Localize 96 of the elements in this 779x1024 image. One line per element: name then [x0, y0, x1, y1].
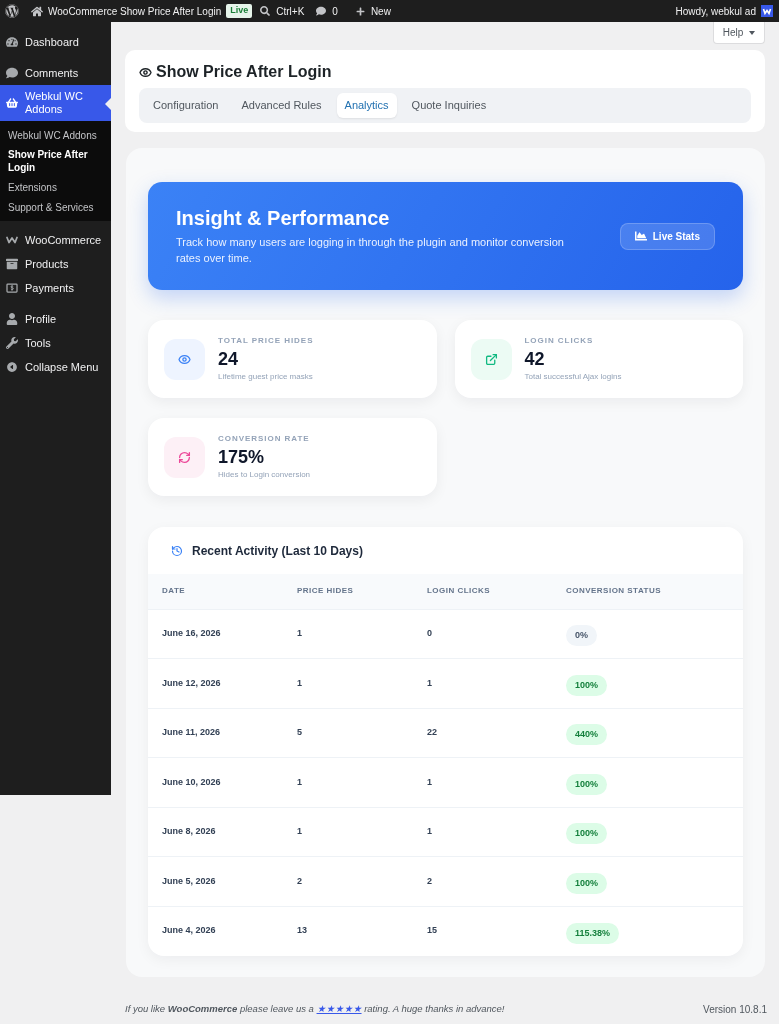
table-cell: June 10, 2026: [148, 757, 283, 807]
table-cell: 1: [413, 807, 552, 857]
user-icon: [6, 313, 18, 325]
refresh-icon: [164, 436, 205, 478]
status-badge: 115.38%: [566, 922, 620, 944]
table-cell: 1: [283, 757, 413, 807]
stat-description: Hides to Login conversion: [218, 470, 311, 480]
stat-description: Lifetime guest price masks: [218, 372, 314, 382]
speech-bubble-icon: [6, 67, 18, 79]
history-icon: [171, 544, 183, 557]
area-chart-icon: [634, 230, 647, 242]
sidebar-menu-item[interactable]: Comments: [0, 61, 111, 85]
version-text: Version 10.8.1: [703, 1002, 767, 1017]
table-cell: June 11, 2026: [148, 708, 283, 758]
search-icon[interactable]: [260, 6, 271, 16]
sidebar-menu-item[interactable]: Dashboard: [0, 30, 111, 54]
table-cell: 22: [413, 708, 552, 758]
logo-icon: [6, 234, 18, 246]
comment-count[interactable]: 0: [332, 3, 338, 19]
stat-label: TOTAL PRICE HIDES: [218, 336, 314, 346]
live-stats-button[interactable]: Live Stats: [619, 222, 715, 250]
caret-icon: [749, 30, 756, 35]
table-cell: 2: [283, 856, 413, 906]
table-cell: 1: [283, 609, 413, 659]
external-link-icon: [470, 338, 512, 380]
column-header: LOGIN CLICKS: [413, 574, 552, 609]
wordpress-logo-icon[interactable]: [5, 4, 19, 18]
table-cell: 15: [413, 906, 552, 956]
column-header: CONVERSION STATUS: [552, 574, 743, 609]
table-cell: June 8, 2026: [148, 807, 283, 857]
new-link[interactable]: New: [370, 3, 391, 19]
footer-rating-note: If you like WooCommerce please leave us a ★★★★★ rating. A huge thanks in advance!: [125, 1001, 505, 1016]
table-cell: 1: [283, 807, 413, 857]
status-badge: 440%: [566, 724, 608, 746]
site-name-link[interactable]: WooCommerce Show Price After Login: [48, 3, 222, 19]
sidebar-menu-item[interactable]: Webkul WC Addons: [0, 85, 111, 121]
search-shortcut[interactable]: Ctrl+K: [276, 3, 305, 19]
rating-stars-link[interactable]: ★★★★★: [316, 1002, 362, 1014]
stat-value: 24: [218, 348, 240, 370]
dollar-card-icon: [6, 282, 18, 294]
sidebar-menu-item[interactable]: WooCommerce: [0, 228, 111, 252]
status-badge: 100%: [566, 823, 608, 845]
wrench-icon: [6, 337, 18, 349]
status-badge: 100%: [566, 773, 608, 795]
gauge-icon: [6, 36, 18, 48]
greeting-link[interactable]: Howdy, webkul ad: [675, 3, 756, 19]
table-cell: June 12, 2026: [148, 658, 283, 708]
submenu-item[interactable]: Webkul WC Addons: [0, 125, 111, 145]
home-icon[interactable]: [31, 5, 43, 17]
activity-title: Recent Activity (Last 10 Days): [192, 542, 363, 560]
help-button[interactable]: Help: [713, 22, 765, 44]
table-cell: June 16, 2026: [148, 609, 283, 659]
avatar-icon[interactable]: [761, 5, 773, 17]
table-cell: 1: [283, 658, 413, 708]
sidebar-menu-item[interactable]: Collapse Menu: [0, 355, 111, 379]
sidebar-menu-item[interactable]: Tools: [0, 331, 111, 355]
submenu-item[interactable]: Show Price After Login: [0, 145, 111, 177]
table-cell: 2: [413, 856, 552, 906]
basket-icon: [6, 97, 18, 109]
tab[interactable]: Configuration: [145, 93, 227, 118]
stat-label: CONVERSION RATE: [218, 434, 311, 444]
current-menu-pointer-icon: [105, 98, 111, 110]
speech-bubble-icon[interactable]: [316, 6, 327, 16]
page-title: Show Price After Login: [156, 62, 332, 82]
table-cell: 0: [413, 609, 552, 659]
live-badge: Live: [226, 4, 253, 18]
table-cell: 5: [283, 708, 413, 758]
submenu-item[interactable]: Support & Services: [0, 197, 111, 217]
column-header: PRICE HIDES: [283, 574, 413, 609]
table-cell: 1: [413, 757, 552, 807]
sidebar-menu-item[interactable]: Profile: [0, 307, 111, 331]
hero-title: Insight & Performance: [176, 206, 391, 230]
table-cell: 13: [283, 906, 413, 956]
tab[interactable]: Analytics: [336, 93, 397, 118]
table-cell: June 4, 2026: [148, 906, 283, 956]
sidebar-menu-item[interactable]: Payments: [0, 276, 111, 300]
table-cell: June 5, 2026: [148, 856, 283, 906]
stat-label: LOGIN CLICKS: [524, 336, 595, 346]
sidebar-menu-item[interactable]: Products: [0, 252, 111, 276]
tab[interactable]: Advanced Rules: [233, 93, 330, 118]
stat-description: Total successful Ajax logins: [524, 372, 622, 382]
stat-value: 175%: [218, 446, 266, 468]
column-header: DATE: [148, 574, 283, 609]
status-badge: 100%: [566, 674, 608, 696]
eye-icon: [139, 65, 152, 79]
plus-icon[interactable]: [355, 6, 365, 16]
status-badge: 0%: [566, 625, 597, 647]
status-badge: 100%: [566, 872, 608, 894]
collapse-icon: [6, 361, 18, 373]
hero-description: Track how many users are logging in through the plugin and monitor conversion rates over time.: [176, 235, 565, 266]
archive-box-icon: [6, 258, 18, 270]
eye-icon: [164, 338, 205, 380]
stat-value: 42: [524, 348, 546, 370]
table-cell: 1: [413, 658, 552, 708]
submenu-item[interactable]: Extensions: [0, 177, 111, 197]
tab[interactable]: Quote Inquiries: [403, 93, 495, 118]
